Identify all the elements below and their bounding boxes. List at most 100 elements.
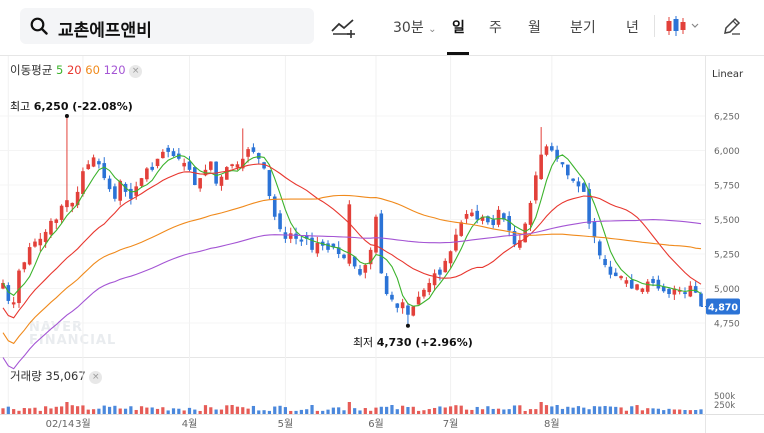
volume-bar bbox=[470, 409, 474, 414]
volume-bar bbox=[235, 406, 240, 414]
candle-body bbox=[358, 269, 362, 275]
volume-bar bbox=[454, 405, 458, 414]
candle-body bbox=[139, 178, 144, 186]
candle-body bbox=[145, 168, 149, 180]
volume-bar bbox=[555, 405, 559, 414]
candle-body bbox=[390, 294, 394, 300]
volume-bar bbox=[417, 410, 421, 414]
candle-body bbox=[438, 269, 442, 275]
candle-body bbox=[49, 220, 53, 235]
volume-bar bbox=[401, 405, 405, 414]
volume-bar bbox=[443, 407, 447, 414]
candle-body bbox=[198, 178, 202, 189]
candle-body bbox=[448, 251, 453, 264]
volume-bar bbox=[464, 409, 469, 414]
x-tick-label: 4월 bbox=[182, 418, 198, 430]
volume-bar bbox=[614, 406, 618, 414]
volume-bar bbox=[598, 406, 602, 414]
volume-bar bbox=[432, 407, 437, 414]
volume-bar bbox=[640, 410, 644, 414]
volume-bar bbox=[33, 407, 37, 414]
volume-bar bbox=[544, 405, 549, 414]
volume-bar bbox=[1, 408, 5, 414]
candle-body bbox=[97, 161, 101, 165]
volume-bar bbox=[278, 405, 282, 414]
volume-bar bbox=[603, 405, 607, 414]
candle-body bbox=[182, 162, 186, 167]
candle-body bbox=[187, 161, 192, 170]
candle-body bbox=[17, 270, 21, 304]
volume-bar bbox=[395, 409, 399, 414]
candle-body bbox=[683, 292, 687, 295]
volume-bar bbox=[624, 410, 629, 414]
candle-body bbox=[288, 233, 293, 239]
candle-body bbox=[400, 302, 405, 309]
volume-bar bbox=[406, 407, 410, 414]
volume-bar bbox=[321, 410, 325, 414]
candle-body bbox=[539, 154, 543, 180]
candle-body bbox=[38, 238, 43, 246]
volume-bar bbox=[427, 409, 431, 414]
candle-body bbox=[470, 212, 474, 217]
volume-bar bbox=[656, 408, 660, 414]
volume-bar bbox=[12, 409, 16, 414]
volume-bar bbox=[97, 408, 101, 414]
volume-bar bbox=[667, 408, 671, 414]
candle-body bbox=[107, 178, 112, 190]
volume-bar bbox=[214, 409, 218, 414]
volume-bar bbox=[619, 407, 623, 414]
volume-bar bbox=[283, 407, 287, 414]
volume-bar bbox=[523, 410, 527, 414]
candle-body bbox=[613, 272, 618, 277]
candle-body bbox=[246, 149, 250, 157]
candle-body bbox=[235, 164, 240, 168]
volume-bar bbox=[155, 408, 160, 414]
volume-bar bbox=[587, 409, 591, 414]
candle-body bbox=[699, 293, 703, 307]
volume-bar bbox=[369, 410, 373, 414]
volume-bar bbox=[38, 410, 42, 414]
candle-body bbox=[475, 210, 480, 220]
candle-body bbox=[416, 296, 421, 305]
candle-body bbox=[315, 242, 320, 254]
volume-bar bbox=[448, 406, 453, 414]
candle-body bbox=[491, 219, 495, 226]
volume-bar bbox=[646, 408, 650, 414]
volume-bar bbox=[534, 409, 538, 414]
candle-body bbox=[65, 200, 69, 208]
candle-body bbox=[81, 171, 85, 195]
candle-body bbox=[171, 151, 176, 157]
volume-bar bbox=[107, 406, 112, 414]
volume-bar bbox=[576, 406, 581, 414]
volume-bar bbox=[289, 410, 293, 414]
candle-body bbox=[597, 241, 602, 256]
candle-body bbox=[86, 164, 91, 170]
candle-body bbox=[384, 276, 389, 295]
price-chart[interactable]: NAVERFINANCIAL02/14 3월 4월 5월 6월 7월 8월Linear6,2… bbox=[0, 0, 764, 433]
volume-bar bbox=[672, 409, 676, 414]
x-tick-label: 5월 bbox=[278, 418, 294, 430]
candle-body bbox=[544, 146, 549, 155]
candle-body bbox=[54, 219, 59, 223]
volume-bar bbox=[6, 406, 10, 414]
scale-mode-label[interactable]: Linear bbox=[712, 69, 744, 80]
volume-bar bbox=[257, 410, 261, 414]
volume-bar bbox=[662, 410, 666, 414]
volume-bar bbox=[326, 409, 330, 414]
candle-body bbox=[656, 279, 661, 289]
volume-bar bbox=[86, 409, 90, 414]
volume-bar bbox=[241, 407, 245, 414]
volume-bar bbox=[582, 407, 586, 414]
y-tick-label: 5,250 bbox=[714, 251, 740, 261]
volume-bar bbox=[539, 402, 543, 414]
candle-body bbox=[464, 213, 469, 219]
y-tick-label: 5,750 bbox=[714, 182, 740, 192]
candle-body bbox=[91, 157, 96, 167]
volume-bar bbox=[342, 410, 346, 414]
volume-bar bbox=[129, 406, 133, 414]
volume-bar bbox=[225, 405, 229, 414]
volume-bar bbox=[528, 409, 533, 414]
candle-body bbox=[608, 266, 613, 275]
candle-body bbox=[299, 239, 304, 242]
candle-body bbox=[528, 202, 533, 225]
